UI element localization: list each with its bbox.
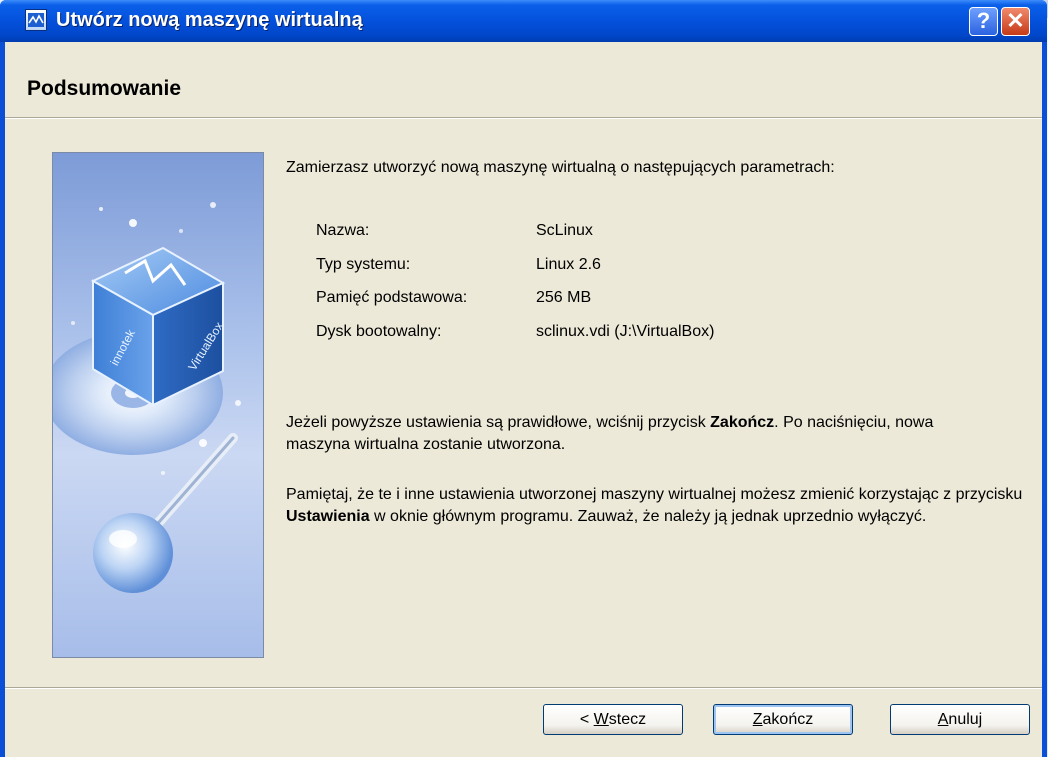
title-bar[interactable]: Utwórz nową maszynę wirtualną ? ✕: [0, 0, 1047, 42]
settings-note: Pamiętaj, że te i inne ustawienia utworz…: [286, 484, 1026, 528]
window-title: Utwórz nową maszynę wirtualną: [56, 9, 363, 31]
summary-label-name: Nazwa:: [316, 222, 370, 239]
finish-instructions-text-1: Jeżeli powyższe ustawienia są prawidłowe…: [286, 414, 711, 431]
summary-value-name: ScLinux: [536, 222, 593, 239]
summary-value-boot-disk: sclinux.vdi (J:\VirtualBox): [536, 323, 715, 340]
settings-note-text-2: w oknie głównym programu. Zauważ, że nal…: [369, 508, 927, 525]
wizard-window: Utwórz nową maszynę wirtualną ? ✕ Podsum…: [0, 0, 1047, 757]
wizard-header: Podsumowanie: [5, 42, 1042, 116]
close-button[interactable]: ✕: [1001, 7, 1030, 36]
footer-divider: [5, 687, 1042, 689]
help-button[interactable]: ?: [969, 7, 998, 36]
wizard-side-image: innotek VirtualBox: [52, 152, 264, 658]
finish-button[interactable]: Zakończ: [713, 704, 853, 735]
virtualbox-app-icon: [25, 9, 47, 31]
header-divider: [5, 117, 1042, 119]
summary-label-memory: Pamięć podstawowa:: [316, 289, 468, 306]
dialog-client-area: Podsumowanie innotek VirtualBox Zamierza…: [5, 42, 1042, 757]
back-button[interactable]: < Wstecz: [543, 704, 683, 735]
summary-value-os-type: Linux 2.6: [536, 256, 601, 273]
settings-note-text-1: Pamiętaj, że te i inne ustawienia utworz…: [286, 486, 1023, 503]
page-title: Podsumowanie: [27, 77, 182, 100]
summary-value-memory: 256 MB: [536, 289, 592, 306]
intro-text: Zamierzasz utworzyć nową maszynę wirtual…: [286, 159, 835, 176]
cancel-button[interactable]: Anuluj: [890, 704, 1030, 735]
settings-keyword: Ustawienia: [286, 508, 370, 525]
finish-instructions: Jeżeli powyższe ustawienia są prawidłowe…: [286, 412, 986, 456]
summary-label-boot-disk: Dysk bootowalny:: [316, 323, 442, 340]
finish-keyword: Zakończ: [710, 414, 775, 431]
virtualbox-logo-illustration: innotek VirtualBox: [53, 202, 241, 593]
summary-label-os-type: Typ systemu:: [316, 256, 411, 273]
